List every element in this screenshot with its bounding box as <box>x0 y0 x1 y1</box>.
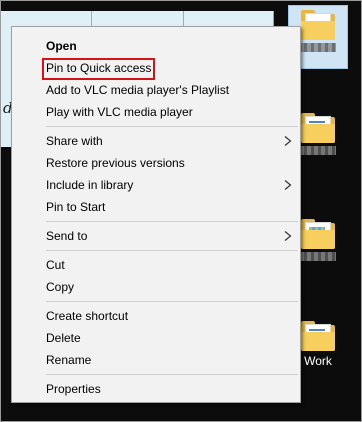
menu-item-label: Include in library <box>46 178 134 192</box>
menu-item-label: Send to <box>46 229 88 243</box>
folder-label: Work <box>304 354 332 368</box>
menu-item-label: Restore previous versions <box>46 156 185 170</box>
folder-label-redacted <box>300 146 336 155</box>
folder-icon <box>301 219 335 249</box>
menu-item-label: Share with <box>46 134 103 148</box>
chevron-right-icon <box>284 231 292 241</box>
menu-separator <box>46 250 298 251</box>
folder-label-redacted <box>300 252 336 261</box>
menu-item-label: Play with VLC media player <box>46 105 193 119</box>
menu-separator <box>46 374 298 375</box>
menu-item-label: Open <box>46 39 77 53</box>
menu-item-pin-to-quick-access[interactable]: Pin to Quick access <box>12 57 300 80</box>
folder-icon <box>301 321 335 351</box>
folder-label-redacted <box>300 43 336 52</box>
folder-icon <box>301 113 335 143</box>
menu-separator <box>46 126 298 127</box>
context-menu: Open Pin to Quick access Add to VLC medi… <box>11 26 301 403</box>
menu-item-label: Copy <box>46 280 75 294</box>
menu-item-label: Create shortcut <box>46 309 129 323</box>
menu-item-label: Cut <box>46 258 65 272</box>
screenshot-frame: k d Work <box>0 0 362 422</box>
menu-item-rename[interactable]: Rename <box>12 349 300 371</box>
highlight-box <box>42 58 155 80</box>
menu-item-play-with-vlc[interactable]: Play with VLC media player <box>12 101 300 123</box>
menu-item-create-shortcut[interactable]: Create shortcut <box>12 305 300 327</box>
menu-item-restore-previous-versions[interactable]: Restore previous versions <box>12 152 300 174</box>
menu-item-delete[interactable]: Delete <box>12 327 300 349</box>
menu-item-send-to[interactable]: Send to <box>12 225 300 247</box>
menu-item-copy[interactable]: Copy <box>12 276 300 298</box>
chevron-right-icon <box>284 180 292 190</box>
menu-item-pin-to-start[interactable]: Pin to Start <box>12 196 300 218</box>
menu-item-label: Properties <box>46 382 101 396</box>
menu-item-label: Delete <box>46 331 81 345</box>
menu-item-properties[interactable]: Properties <box>12 378 300 400</box>
menu-item-label: Pin to Start <box>46 200 106 214</box>
menu-item-include-in-library[interactable]: Include in library <box>12 174 300 196</box>
menu-item-open[interactable]: Open <box>12 35 300 57</box>
menu-item-label: Rename <box>46 353 92 367</box>
menu-item-add-to-vlc-playlist[interactable]: Add to VLC media player's Playlist <box>12 79 300 101</box>
menu-separator <box>46 221 298 222</box>
menu-item-share-with[interactable]: Share with <box>12 130 300 152</box>
folder-icon <box>301 10 335 40</box>
menu-item-label: Add to VLC media player's Playlist <box>46 83 230 97</box>
menu-item-cut[interactable]: Cut <box>12 254 300 276</box>
menu-separator <box>46 301 298 302</box>
chevron-right-icon <box>284 136 292 146</box>
